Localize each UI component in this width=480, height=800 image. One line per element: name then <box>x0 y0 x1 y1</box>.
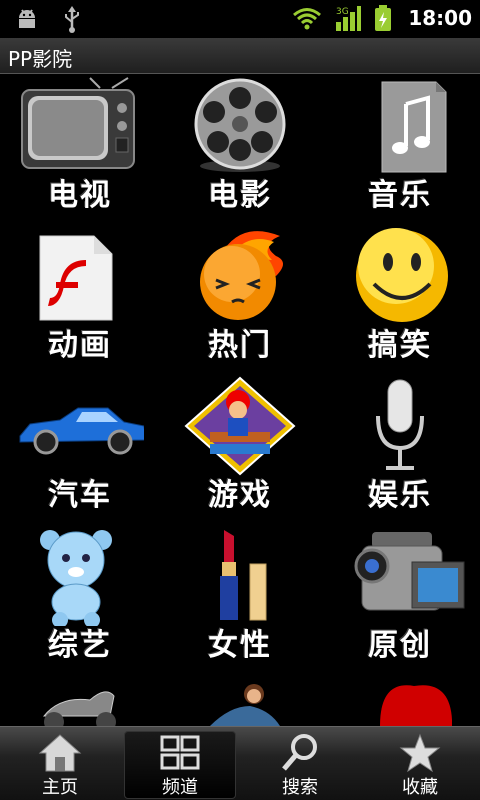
home-icon <box>38 734 82 772</box>
music-note-icon <box>381 81 447 173</box>
tab-label: 频道 <box>162 777 198 798</box>
channel-animation[interactable]: 动画 <box>0 224 160 374</box>
channel-label: 动画 <box>48 328 112 363</box>
channel-label: 原创 <box>368 628 432 663</box>
channel-label: 热门 <box>208 328 272 363</box>
film-reel-icon <box>194 78 286 172</box>
channel-grid: 电视 电影 音乐 动画 热门 搞笑 汽车 游戏 娱乐 综艺 女性 原创 <box>0 74 480 726</box>
car-icon <box>19 407 144 455</box>
mario-game-icon <box>184 376 296 476</box>
svg-text:3G: 3G <box>336 7 349 17</box>
tab-favorites[interactable]: 收藏 <box>360 727 480 800</box>
microphone-icon <box>376 379 424 470</box>
grid-icon <box>160 735 200 770</box>
channel-music[interactable]: 音乐 <box>320 74 480 224</box>
channel-women[interactable]: 女性 <box>160 524 320 674</box>
star-icon <box>399 733 441 773</box>
teddy-bear-icon <box>40 530 112 626</box>
channel-auto[interactable]: 汽车 <box>0 374 160 524</box>
bottom-tab-bar: 主页 频道 搜索 收藏 <box>0 726 480 800</box>
channel-item-15[interactable] <box>320 674 480 726</box>
android-debug-icon <box>19 9 35 28</box>
signal-3g-icon: 3G <box>336 6 362 31</box>
channel-label: 音乐 <box>368 178 432 213</box>
channel-original[interactable]: 原创 <box>320 524 480 674</box>
channel-label: 电视 <box>48 178 112 213</box>
channel-label: 娱乐 <box>368 478 432 513</box>
smiley-icon <box>356 228 448 322</box>
channel-movie[interactable]: 电影 <box>160 74 320 224</box>
battery-charging-icon <box>375 5 392 31</box>
app-title: PP影院 <box>8 47 73 71</box>
channel-hot[interactable]: 热门 <box>160 224 320 374</box>
mermaid-icon <box>210 684 280 726</box>
search-icon <box>282 734 317 771</box>
channel-variety[interactable]: 综艺 <box>0 524 160 674</box>
motorcycle-icon <box>42 691 116 726</box>
tab-label: 搜索 <box>282 777 318 798</box>
channel-label: 游戏 <box>208 478 272 513</box>
wifi-icon <box>293 8 322 30</box>
channel-label: 电影 <box>208 178 272 213</box>
tab-channels[interactable]: 频道 <box>120 727 240 800</box>
channel-label: 汽车 <box>48 478 112 513</box>
flash-file-icon <box>39 235 113 321</box>
channel-entertainment[interactable]: 娱乐 <box>320 374 480 524</box>
tab-home[interactable]: 主页 <box>0 727 120 800</box>
tab-search[interactable]: 搜索 <box>240 727 360 800</box>
fire-face-icon <box>200 231 283 320</box>
red-heart-icon <box>380 685 452 726</box>
tab-label: 收藏 <box>402 777 438 798</box>
channel-funny[interactable]: 搞笑 <box>320 224 480 374</box>
channel-item-13[interactable] <box>0 674 160 726</box>
status-bar: 3G 18:00 <box>0 0 480 38</box>
channel-label: 搞笑 <box>368 328 432 363</box>
clock: 18:00 <box>408 6 472 30</box>
usb-icon <box>65 6 79 33</box>
channel-label: 女性 <box>208 628 272 663</box>
lipstick-icon <box>220 530 267 621</box>
app-title-bar: PP影院 <box>0 38 480 74</box>
channel-label: 综艺 <box>48 628 112 663</box>
channel-games[interactable]: 游戏 <box>160 374 320 524</box>
channel-item-14[interactable] <box>160 674 320 726</box>
tab-label: 主页 <box>42 777 78 798</box>
channel-tv[interactable]: 电视 <box>0 74 160 224</box>
camcorder-icon <box>354 532 465 611</box>
tv-icon <box>21 77 135 169</box>
